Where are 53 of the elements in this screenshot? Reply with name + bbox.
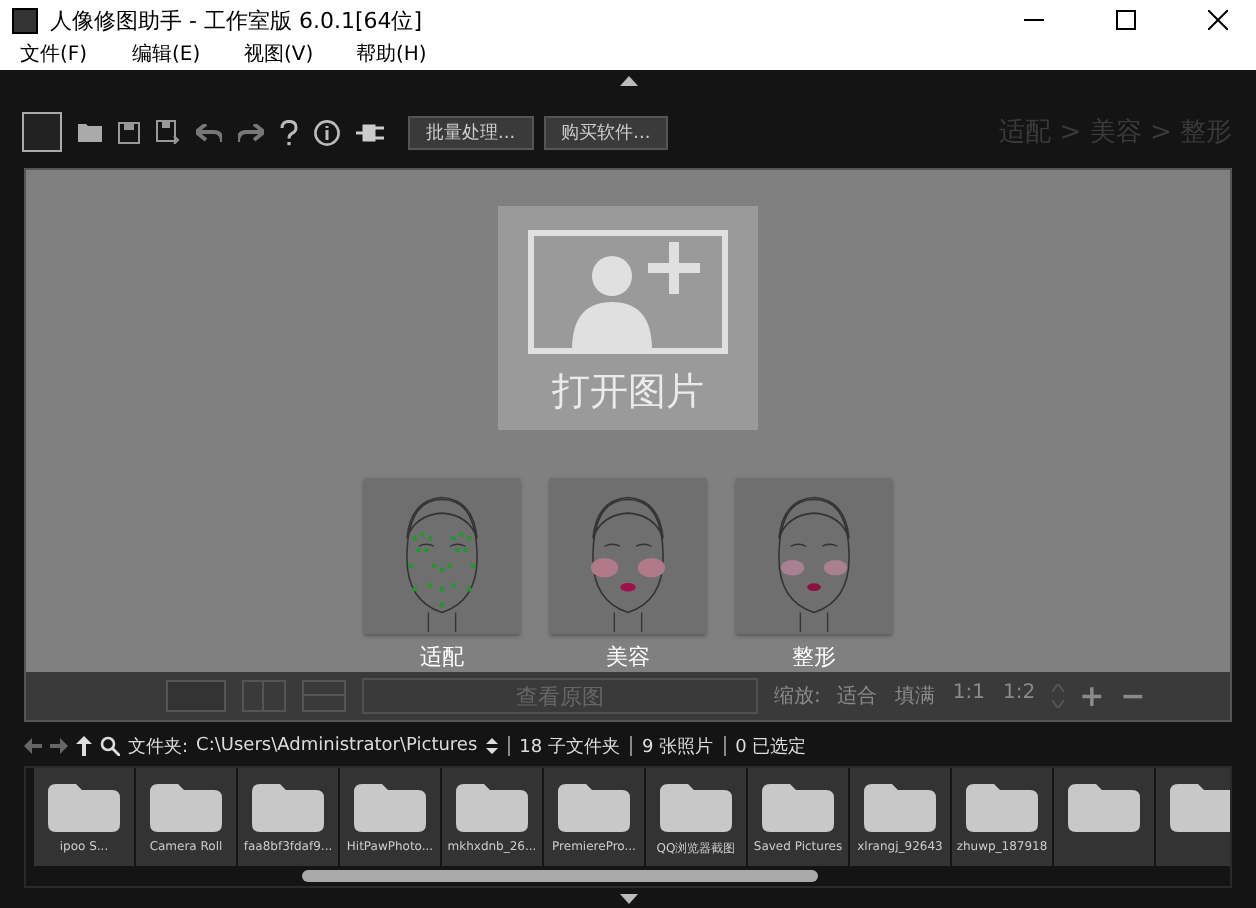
folder-icon	[1170, 784, 1230, 832]
menu-item[interactable]: 帮助(H)	[336, 40, 448, 68]
folder-icon[interactable]	[78, 122, 102, 142]
folder-path[interactable]: C:\Users\Administrator\Pictures	[196, 736, 478, 756]
face-preview[interactable]	[736, 478, 892, 634]
folder-icon	[864, 784, 936, 832]
folder-tile[interactable]	[1054, 768, 1154, 866]
save-as-icon[interactable]	[156, 120, 180, 144]
folder-icon	[150, 784, 222, 832]
folder-icon	[558, 784, 630, 832]
app-icon	[12, 7, 38, 33]
folder-icon	[660, 784, 732, 832]
folder-icon	[966, 784, 1038, 832]
redo-icon[interactable]	[238, 123, 264, 141]
menu-item[interactable]: 视图(V)	[224, 40, 336, 68]
up-icon[interactable]	[76, 736, 92, 756]
back-icon[interactable]	[24, 738, 42, 754]
forward-icon[interactable]	[50, 738, 68, 754]
mode-label[interactable]: 适配	[420, 642, 464, 672]
folder-icon	[762, 784, 834, 832]
collapse-down-icon[interactable]	[619, 894, 637, 904]
zoom-label: 缩放:	[774, 683, 821, 710]
undo-icon[interactable]	[196, 123, 222, 141]
app-logo	[22, 112, 62, 152]
save-icon[interactable]	[118, 121, 140, 143]
mode-label[interactable]: 美容	[606, 642, 650, 672]
face-preview[interactable]	[550, 478, 706, 634]
subfolder-count: 18 子文件夹	[519, 735, 620, 759]
mode-label[interactable]: 整形	[792, 642, 836, 672]
close-icon[interactable]	[1208, 10, 1228, 30]
plug-icon[interactable]	[356, 123, 384, 141]
folder-icon	[48, 784, 120, 832]
maximize-icon[interactable]	[1116, 10, 1136, 30]
folder-icon	[456, 784, 528, 832]
photo-count: 9 张照片	[641, 735, 714, 759]
folder-icon	[1068, 784, 1140, 832]
window-title: 人像修图助手 - 工作室版 6.0.1[64位]	[50, 5, 425, 35]
folder-tile[interactable]	[1156, 768, 1230, 866]
folder-label: 文件夹:	[128, 735, 189, 759]
folder-icon	[252, 784, 324, 832]
folder-icon	[354, 784, 426, 832]
add-person-icon	[528, 230, 728, 354]
selected-count: 0 已选定	[735, 735, 807, 759]
info-icon[interactable]	[314, 119, 340, 145]
help-icon[interactable]	[280, 119, 298, 145]
toolbar-button[interactable]: 批量处理...	[408, 115, 534, 149]
toolbar-button[interactable]: 购买软件...	[543, 115, 669, 149]
stepper-icon[interactable]	[485, 736, 498, 756]
menu-item[interactable]: 编辑(E)	[112, 40, 224, 68]
menu-item[interactable]: 文件(F)	[0, 40, 112, 68]
collapse-up-icon[interactable]	[619, 76, 637, 86]
scrollbar-thumb[interactable]	[302, 870, 818, 882]
search-icon[interactable]	[100, 736, 120, 756]
